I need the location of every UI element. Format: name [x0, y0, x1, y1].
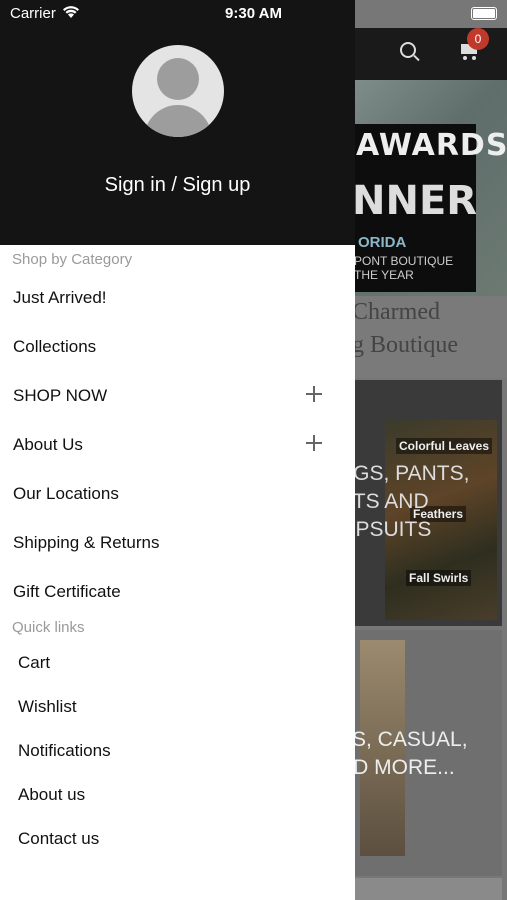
avatar-icon[interactable]: [132, 45, 224, 137]
menu-item-label: Collections: [13, 337, 97, 356]
panel-caption: NGS, PANTS, RTS AND MPSUITS: [338, 462, 470, 541]
quick-link-notifications[interactable]: Notifications: [0, 731, 355, 771]
search-icon[interactable]: [400, 42, 416, 58]
sign-in-link[interactable]: Sign in / Sign up: [0, 174, 355, 197]
menu-item-shop-now[interactable]: SHOP NOW: [0, 376, 355, 416]
navigation-drawer: Sign in / Sign up Shop by Category Just …: [0, 0, 355, 900]
expand-plus-icon[interactable]: [306, 435, 322, 451]
status-bar: Carrier 9:30 AM: [0, 0, 507, 28]
menu-item-just-arrived[interactable]: Just Arrived!: [0, 278, 355, 318]
menu-item-label: Our Locations: [13, 484, 119, 503]
menu-item-label: Shipping & Returns: [13, 533, 160, 552]
quick-link-wishlist[interactable]: Wishlist: [0, 687, 355, 727]
menu-item-gift-certificate[interactable]: Gift Certificate: [0, 572, 355, 612]
quick-link-cart[interactable]: Cart: [0, 643, 355, 683]
menu-item-label: About Us: [13, 435, 83, 454]
award-line-1: AWARDS: [356, 128, 507, 163]
fabric-tag: Fall Swirls: [406, 570, 472, 586]
quick-link-label: Notifications: [18, 741, 111, 760]
shop-name-text: Charmed g Boutique: [350, 296, 507, 378]
quick-link-about-us[interactable]: About us: [0, 775, 355, 815]
quick-link-label: Contact us: [18, 829, 100, 848]
award-line-4: PONT BOUTIQUE THE YEAR: [354, 254, 454, 282]
quick-link-label: Wishlist: [18, 697, 77, 716]
menu-item-collections[interactable]: Collections: [0, 327, 355, 367]
quick-link-label: Cart: [18, 653, 51, 672]
next-panel: [355, 878, 502, 900]
menu-item-shipping-returns[interactable]: Shipping & Returns: [0, 523, 355, 563]
battery-icon: [471, 7, 497, 20]
panel-caption: ES, CASUAL, ND MORE...: [338, 728, 468, 779]
shop-by-category-heading: Shop by Category: [12, 251, 133, 268]
menu-item-our-locations[interactable]: Our Locations: [0, 474, 355, 514]
award-line-2: NNER: [352, 178, 478, 224]
award-graphic: AWARDS NNER ORIDA PONT BOUTIQUE THE YEAR: [350, 124, 507, 292]
menu-item-label: Gift Certificate: [13, 582, 121, 601]
expand-plus-icon[interactable]: [306, 386, 322, 402]
menu-item-label: Just Arrived!: [13, 288, 107, 307]
drawer-header: Sign in / Sign up: [0, 0, 355, 245]
award-line-3: ORIDA: [358, 234, 407, 251]
quick-link-label: About us: [18, 785, 86, 804]
quick-links-heading: Quick links: [12, 619, 85, 636]
clock: 9:30 AM: [225, 5, 282, 22]
menu-item-label: SHOP NOW: [13, 386, 108, 405]
fabric-tag: Colorful Leaves: [396, 438, 493, 454]
quick-link-contact-us[interactable]: Contact us: [0, 819, 355, 859]
cart-count-badge: 0: [467, 28, 489, 50]
menu-item-about-us[interactable]: About Us: [0, 425, 355, 465]
